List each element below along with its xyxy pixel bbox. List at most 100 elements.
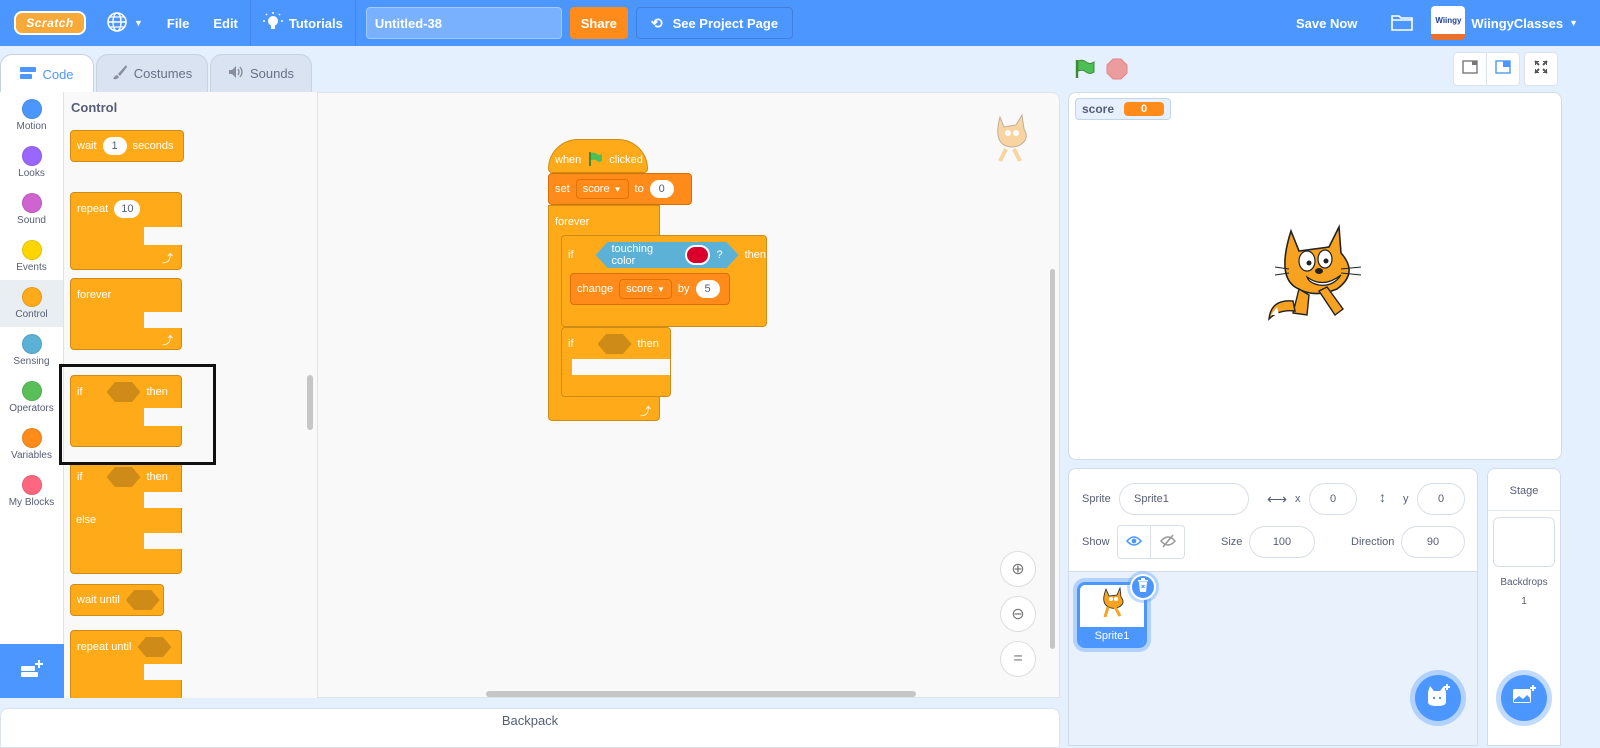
block-text: else (76, 514, 97, 526)
block-text: set (555, 183, 570, 195)
category-my-blocks[interactable]: My Blocks (0, 468, 63, 515)
palette-scrollbar[interactable] (307, 375, 313, 430)
my-stuff-button[interactable] (1379, 0, 1431, 46)
reset-zoom-button[interactable]: = (1000, 641, 1036, 677)
small-stage-button[interactable] (1453, 52, 1487, 86)
workspace-horizontal-scrollbar[interactable] (486, 691, 916, 697)
stage-canvas[interactable]: score 0 (1068, 92, 1562, 460)
category-sensing[interactable]: Sensing (0, 327, 63, 374)
backpack[interactable]: Backpack (0, 708, 1060, 748)
add-backdrop-icon (1511, 684, 1537, 712)
variable-dropdown[interactable]: score ▼ (619, 279, 672, 299)
touching-color-block[interactable]: touching color ? (596, 242, 739, 268)
change-value-input[interactable]: 5 (695, 280, 720, 298)
block-text: clicked (609, 154, 643, 166)
sprite-name-input[interactable]: Sprite1 (1119, 483, 1249, 515)
block-text: if (568, 338, 574, 350)
remix-arrows-icon: ⟲ (650, 14, 663, 31)
edit-menu[interactable]: Edit (201, 0, 250, 46)
backdrop-thumbnail[interactable] (1493, 517, 1555, 567)
speaker-icon (228, 65, 244, 82)
choose-backdrop-button[interactable] (1501, 675, 1547, 721)
eye-slash-icon (1159, 533, 1176, 551)
boolean-slot[interactable] (125, 590, 160, 610)
category-label: Control (15, 309, 48, 320)
fullscreen-button[interactable] (1524, 52, 1558, 86)
size-label: Size (1221, 536, 1243, 548)
category-variables[interactable]: Variables (0, 421, 63, 468)
category-motion[interactable]: Motion (0, 92, 63, 139)
boolean-slot[interactable] (597, 334, 632, 354)
category-events[interactable]: Events (0, 233, 63, 280)
set-value-input[interactable]: 0 (649, 180, 674, 198)
block-text: repeat until (77, 641, 132, 653)
boolean-slot[interactable] (106, 467, 141, 487)
zoom-out-button[interactable]: ⊖ (1000, 596, 1036, 632)
change-variable-block[interactable]: change score ▼ by 5 (570, 273, 730, 305)
tutorials-button[interactable]: Tutorials (251, 0, 355, 46)
menu-bar: Scratch ▼ File Edit Tutorials Untitled-3… (0, 0, 1600, 46)
sprite-cat-thumbnail-icon (1098, 586, 1128, 624)
avatar: Wiingy (1431, 6, 1466, 40)
see-project-page-button[interactable]: ⟲ See Project Page (635, 7, 794, 39)
boolean-slot[interactable] (137, 637, 172, 657)
y-input[interactable]: 0 (1417, 483, 1465, 515)
scratch-logo[interactable]: Scratch (14, 11, 86, 35)
add-extension-button[interactable] (0, 644, 64, 698)
tab-code[interactable]: Code (0, 54, 94, 94)
c-mouth (144, 492, 244, 508)
zoom-in-button[interactable]: ⊕ (1000, 551, 1036, 587)
direction-input[interactable]: 90 (1401, 526, 1465, 558)
backdrops-count: 1 (1521, 596, 1527, 607)
category-operators[interactable]: Operators (0, 374, 63, 421)
wait-seconds-input[interactable]: 1 (102, 137, 127, 155)
large-stage-icon (1495, 59, 1511, 79)
zoom-in-icon: ⊕ (1011, 561, 1025, 578)
tab-sounds[interactable]: Sounds (210, 54, 312, 92)
workspace-vertical-scrollbar[interactable] (1050, 269, 1055, 649)
sound-dot-icon (21, 193, 42, 213)
stop-button[interactable] (1106, 58, 1128, 85)
share-button[interactable]: Share (569, 7, 628, 39)
block-text: then (146, 471, 168, 483)
category-looks[interactable]: Looks (0, 139, 63, 186)
repeat-count-input[interactable]: 10 (114, 200, 141, 218)
variable-dropdown[interactable]: score ▼ (575, 179, 629, 199)
direction-label: Direction (1351, 536, 1395, 548)
wait-until-block[interactable]: wait until (70, 584, 164, 616)
set-variable-block[interactable]: set score ▼ to 0 (548, 173, 692, 205)
account-menu[interactable]: Wiingy WiingyClasses ▼ (1431, 0, 1600, 46)
y-label: y (1403, 493, 1409, 505)
sensing-dot-icon (21, 334, 42, 354)
file-menu[interactable]: File (155, 0, 201, 46)
c-mouth (144, 312, 244, 328)
x-input[interactable]: 0 (1309, 483, 1357, 515)
block-text: then (744, 249, 766, 261)
large-stage-button[interactable] (1486, 52, 1520, 86)
size-input[interactable]: 100 (1249, 526, 1315, 558)
script-workspace[interactable]: when clicked set score ▼ to 0 forever ⤴ i… (318, 92, 1060, 698)
category-control[interactable]: Control (0, 280, 63, 327)
monitor-value: 0 (1124, 102, 1165, 116)
language-menu[interactable]: ▼ (94, 0, 155, 46)
sprite-info-panel: Sprite Sprite1 ⟷ x 0 ↕ y 0 Show Size 100… (1068, 468, 1478, 572)
green-flag-icon (1074, 59, 1096, 84)
save-now-button[interactable]: Save Now (1284, 0, 1379, 46)
category-sound[interactable]: Sound (0, 186, 63, 233)
tab-costumes[interactable]: Costumes (96, 54, 208, 92)
wait-seconds-block[interactable]: wait 1 seconds (70, 130, 184, 162)
sprite-cat[interactable] (1263, 223, 1367, 334)
block-text: if (568, 249, 574, 261)
hide-sprite-button[interactable] (1151, 525, 1185, 559)
when-flag-clicked-block[interactable]: when clicked (548, 139, 648, 173)
show-sprite-button[interactable] (1117, 525, 1151, 559)
choose-sprite-button[interactable] (1415, 675, 1461, 721)
color-swatch[interactable] (685, 245, 711, 265)
green-flag-button[interactable] (1074, 58, 1096, 85)
code-icon (20, 67, 37, 82)
block-text: wait (77, 140, 97, 152)
project-title-input[interactable]: Untitled-38 (365, 7, 562, 39)
category-label: Operators (9, 403, 54, 414)
delete-sprite-button[interactable] (1130, 574, 1156, 600)
block-text: to (634, 183, 644, 195)
